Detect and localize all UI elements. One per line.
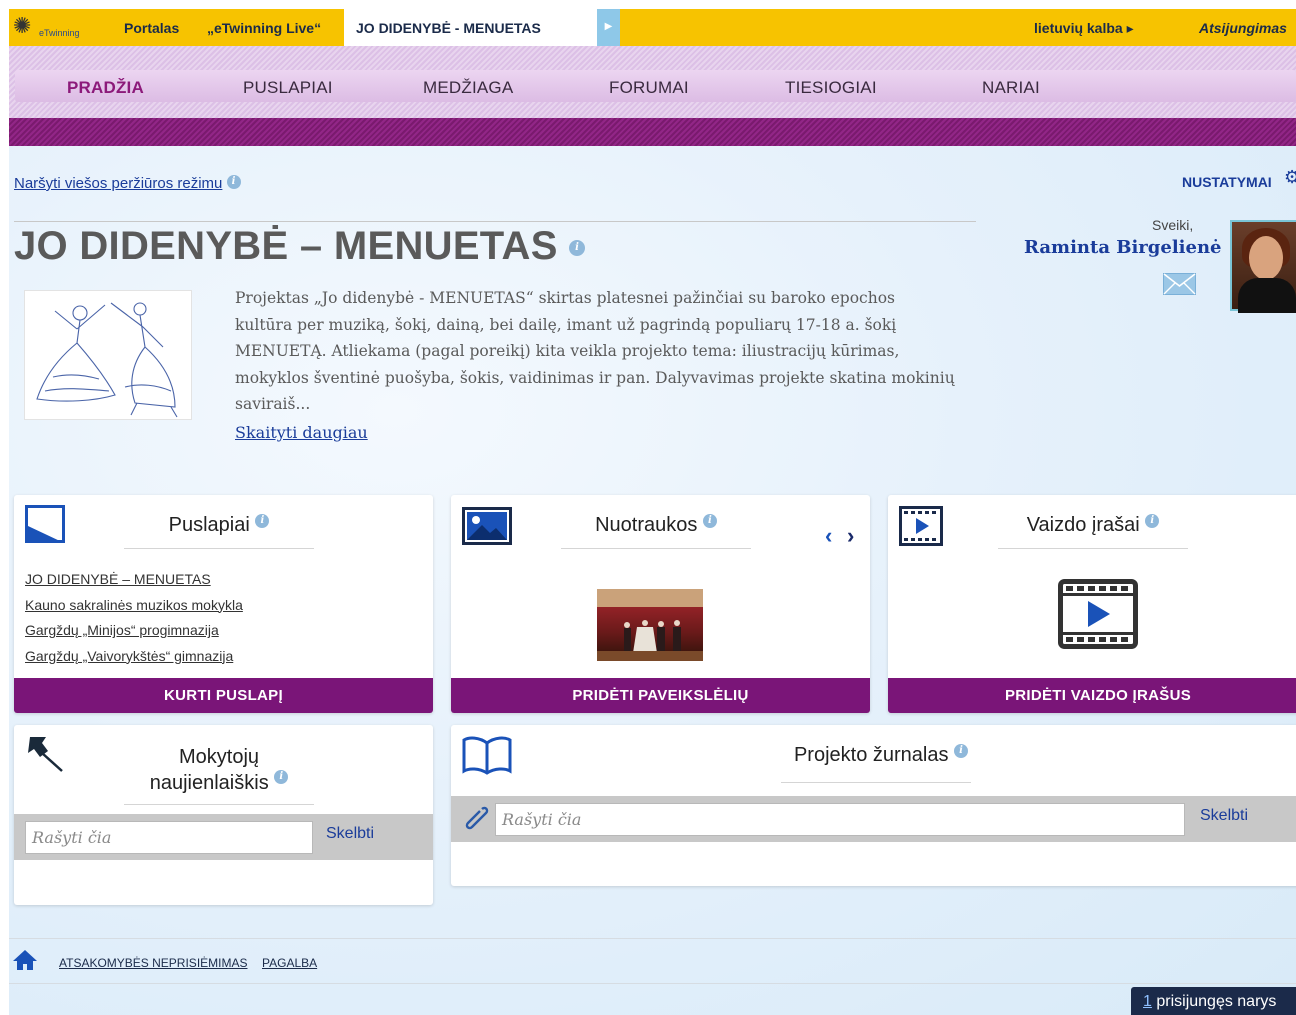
- image-icon: [462, 507, 512, 545]
- pages-icon: [25, 505, 65, 543]
- home-icon[interactable]: [12, 949, 38, 971]
- online-label: prisijungęs narys: [1151, 993, 1277, 1010]
- attachment-icon[interactable]: [463, 805, 489, 833]
- info-icon[interactable]: i: [1145, 514, 1160, 528]
- journal-card-title-text: Projekto žurnalas: [793, 744, 949, 766]
- newsletter-post-button[interactable]: Skelbti: [326, 825, 374, 843]
- info-icon[interactable]: i: [569, 240, 586, 256]
- mail-icon[interactable]: [1163, 273, 1196, 295]
- nav-item-live[interactable]: TIESIOGIAI: [785, 78, 877, 98]
- info-icon[interactable]: i: [255, 514, 270, 528]
- photo-next-button[interactable]: ›: [847, 523, 854, 549]
- gear-icon: ⚙: [1284, 167, 1296, 187]
- nav-item-home[interactable]: PRADŽIA: [67, 78, 144, 98]
- newsletter-title-line1: Mokytojų: [178, 746, 260, 768]
- video-placeholder-icon: [1058, 579, 1138, 649]
- nav-item-materials[interactable]: MEDŽIAGA: [423, 78, 513, 98]
- public-view-link[interactable]: Naršyti viešos peržiūros režimu: [14, 175, 222, 192]
- videos-card-title: Vaizdo įrašai i: [998, 514, 1188, 537]
- page-link[interactable]: Gargždų „Vaivorykštės“ gimnazija: [25, 644, 243, 670]
- title-underline: [561, 548, 751, 549]
- pages-card: Puslapiai i JO DIDENYBĖ – MENUETAS Kauno…: [14, 495, 433, 713]
- help-link[interactable]: PAGALBA: [262, 956, 317, 970]
- nav-item-forums[interactable]: FORUMAI: [609, 78, 689, 98]
- photo-prev-button[interactable]: ‹: [825, 523, 832, 549]
- project-title: JO DIDENYBĖ – MENUETAS i: [14, 224, 586, 269]
- language-selector[interactable]: lietuvių kalba ▸: [1034, 20, 1134, 37]
- book-icon: [462, 736, 512, 775]
- title-divider: [14, 221, 976, 222]
- project-title-text: JO DIDENYBĖ – MENUETAS: [14, 224, 558, 268]
- page-link[interactable]: Kauno sakralinės muzikos mokykla: [25, 593, 243, 619]
- pages-card-title-text: Puslapiai: [168, 514, 250, 536]
- avatar[interactable]: [1230, 220, 1296, 313]
- logo-text: eTwinning: [39, 28, 80, 38]
- info-icon[interactable]: i: [274, 770, 289, 784]
- videos-card-title-text: Vaizdo įrašai: [1026, 514, 1140, 536]
- user-name-link[interactable]: Raminta Birgelienė: [1024, 237, 1222, 258]
- disclaimer-link[interactable]: ATSAKOMYBĖS NEPRISIĖMIMAS: [59, 956, 247, 970]
- etwinning-logo[interactable]: ✺ eTwinning: [13, 13, 105, 43]
- logout-link[interactable]: Atsijungimas: [1199, 20, 1287, 36]
- create-page-button[interactable]: KURTI PUSLAPĮ: [14, 678, 433, 713]
- journal-card-title: Projekto žurnalas i: [781, 744, 981, 767]
- project-tab[interactable]: JO DIDENYBĖ - MENUETAS: [344, 9, 597, 46]
- journal-post-button[interactable]: Skelbti: [1200, 807, 1248, 825]
- public-view-row: Naršyti viešos peržiūros režimu i: [14, 175, 241, 192]
- nav-stripe: [9, 118, 1296, 146]
- online-count[interactable]: 1: [1143, 993, 1152, 1010]
- portals-link[interactable]: Portalas: [124, 20, 179, 36]
- footer-divider: [9, 938, 1296, 939]
- info-icon[interactable]: i: [702, 514, 717, 528]
- top-bar: ✺ eTwinning Portalas „eTwinning Live“ JO…: [9, 9, 1296, 46]
- footer-bottom-divider: [9, 983, 1296, 984]
- title-underline: [124, 804, 314, 805]
- newsletter-card-title: Mokytojų naujienlaiškis i: [124, 744, 314, 796]
- dancers-illustration: [36, 302, 178, 418]
- newsletter-card: Mokytojų naujienlaiškis i Rašyti čia Ske…: [14, 725, 433, 905]
- page: ✺ eTwinning Portalas „eTwinning Live“ JO…: [9, 9, 1296, 1015]
- tab-arrow-button[interactable]: ▶: [597, 9, 620, 46]
- logo-icon: ✺: [13, 13, 32, 38]
- nav-item-members[interactable]: NARIAI: [982, 78, 1040, 98]
- journal-card: Projekto žurnalas i Rašyti čia Skelbti: [451, 725, 1296, 886]
- info-icon[interactable]: i: [954, 744, 969, 758]
- journal-input[interactable]: Rašyti čia: [495, 803, 1185, 836]
- avatar-body: [1238, 278, 1296, 313]
- settings-link[interactable]: NUSTATYMAI ⚙: [1182, 167, 1296, 190]
- title-underline: [124, 548, 314, 549]
- settings-label: NUSTATYMAI: [1182, 174, 1272, 190]
- avatar-face: [1249, 236, 1283, 280]
- info-icon[interactable]: i: [226, 175, 241, 189]
- page-link[interactable]: JO DIDENYBĖ – MENUETAS: [25, 567, 243, 593]
- greeting: Sveiki,: [1152, 217, 1194, 233]
- photos-card-title: Nuotraukos i: [561, 514, 751, 537]
- newsletter-title-line2: naujienlaiškis: [149, 772, 269, 794]
- pages-card-title: Puslapiai i: [124, 514, 314, 537]
- videos-card: Vaizdo įrašai i PRIDĖTI VAIZDO ĮRAŠUS: [888, 495, 1296, 713]
- read-more-link[interactable]: Skaityti daugiau: [235, 423, 368, 442]
- pin-icon: [28, 737, 63, 772]
- online-members-widget[interactable]: 1 prisijungęs narys: [1131, 987, 1296, 1015]
- pages-list: JO DIDENYBĖ – MENUETAS Kauno sakralinės …: [25, 567, 243, 669]
- performers-photo: [597, 589, 703, 661]
- newsletter-input[interactable]: Rašyti čia: [25, 821, 313, 854]
- project-image: [24, 290, 192, 420]
- project-description: Projektas „Jo didenybė - MENUETAS“ skirt…: [235, 289, 955, 413]
- add-videos-button[interactable]: PRIDĖTI VAIZDO ĮRAŠUS: [888, 678, 1296, 713]
- main-nav: PRADŽIA PUSLAPIAI MEDŽIAGA FORUMAI TIESI…: [9, 46, 1296, 146]
- nav-menu: PRADŽIA PUSLAPIAI MEDŽIAGA FORUMAI TIESI…: [15, 70, 1296, 102]
- title-underline: [998, 548, 1188, 549]
- photos-card-title-text: Nuotraukos: [595, 514, 698, 536]
- nav-item-pages[interactable]: PUSLAPIAI: [243, 78, 333, 98]
- title-underline: [781, 782, 971, 783]
- add-images-button[interactable]: PRIDĖTI PAVEIKSLĖLIŲ: [451, 678, 870, 713]
- video-icon: [899, 506, 943, 546]
- photo-thumbnail[interactable]: [597, 589, 703, 661]
- etwinning-live-link[interactable]: „eTwinning Live“: [207, 20, 321, 36]
- photos-card: Nuotraukos i ‹ › PRIDĖTI PAVEIKSLĖLIŲ: [451, 495, 870, 713]
- page-link[interactable]: Gargždų „Minijos“ progimnazija: [25, 618, 243, 644]
